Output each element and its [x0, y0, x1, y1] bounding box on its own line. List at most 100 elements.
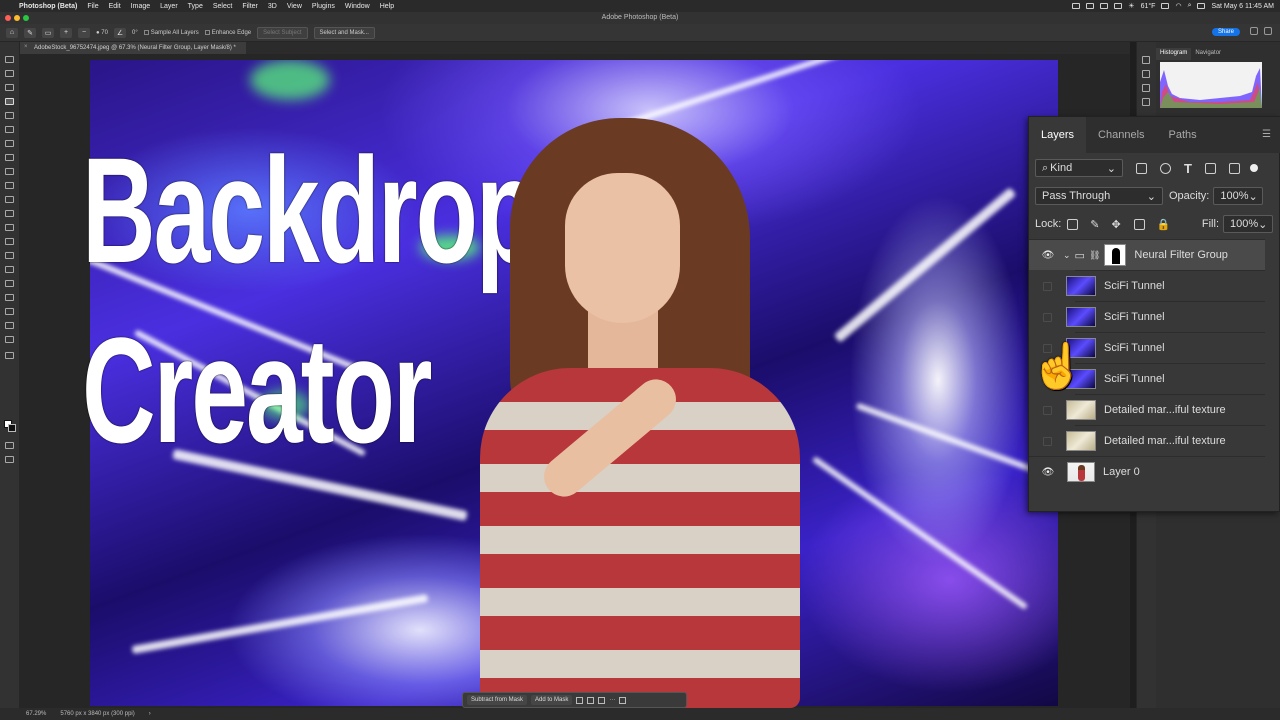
menu-image[interactable]: Image: [126, 3, 155, 10]
select-subject-button[interactable]: Select Subject: [257, 26, 308, 39]
dodge-tool-icon[interactable]: [5, 252, 14, 259]
chevron-right-icon[interactable]: ›: [149, 711, 151, 717]
layer-mask-thumbnail[interactable]: [1104, 244, 1127, 266]
visibility-icon[interactable]: [598, 696, 606, 704]
move-tool-icon[interactable]: [5, 56, 14, 63]
menu-plugins[interactable]: Plugins: [307, 3, 340, 10]
layer-row[interactable]: SciFi Tunnel: [1043, 332, 1265, 363]
camera-icon[interactable]: [1086, 3, 1095, 9]
add-to-mask-button[interactable]: Add to Mask: [531, 695, 573, 705]
chevron-down-icon[interactable]: ⌄: [1063, 250, 1071, 261]
visibility-eye-icon[interactable]: 👁: [1039, 250, 1057, 261]
angle-icon[interactable]: ∠: [113, 27, 126, 38]
battery-icon[interactable]: [1161, 3, 1170, 9]
menu-edit[interactable]: Edit: [104, 3, 126, 10]
filter-kind-select[interactable]: ⌕ Kind ⌄: [1035, 159, 1123, 177]
tab-channels[interactable]: Channels: [1086, 117, 1156, 153]
close-tab-icon[interactable]: ×: [24, 44, 28, 50]
menu-view[interactable]: View: [282, 3, 307, 10]
select-and-mask-button[interactable]: Select and Mask...: [313, 26, 375, 39]
hand-tool-icon[interactable]: [5, 322, 14, 329]
more-options-icon[interactable]: ···: [609, 697, 615, 703]
layer-row[interactable]: Detailed mar...iful texture: [1043, 394, 1265, 425]
link-icon[interactable]: ⛓: [1089, 250, 1100, 261]
shape-tool-icon[interactable]: [5, 308, 14, 315]
history-panel-icon[interactable]: [1142, 56, 1150, 64]
menu-layer[interactable]: Layer: [155, 3, 183, 10]
more-tools-icon[interactable]: [5, 352, 14, 359]
filter-shape-icon[interactable]: [1204, 162, 1216, 174]
menu-app-name[interactable]: Photoshop (Beta): [14, 3, 82, 10]
layer-row-base[interactable]: 👁 Layer 0: [1029, 456, 1265, 487]
layer-row-group[interactable]: 👁 ⌄ ▭ ⛓ Neural Filter Group: [1029, 239, 1265, 270]
menu-type[interactable]: Type: [183, 3, 208, 10]
filter-type-icon[interactable]: T: [1184, 161, 1192, 176]
home-icon[interactable]: ⌂: [6, 27, 18, 38]
healing-brush-tool-icon[interactable]: [5, 154, 14, 161]
menu-select[interactable]: Select: [208, 3, 237, 10]
control-center-icon[interactable]: [1197, 3, 1206, 9]
layer-row[interactable]: SciFi Tunnel: [1043, 301, 1265, 332]
tab-layers[interactable]: Layers: [1029, 117, 1087, 153]
menu-file[interactable]: File: [82, 3, 103, 10]
info-panel-icon[interactable]: [1142, 98, 1150, 106]
quick-select-tool-icon[interactable]: ✎: [24, 27, 36, 38]
lock-position-icon[interactable]: ✥: [1112, 218, 1121, 231]
visibility-toggle[interactable]: [1043, 405, 1052, 415]
lock-transparent-icon[interactable]: [1067, 218, 1079, 230]
type-tool-icon[interactable]: [5, 280, 14, 287]
clock[interactable]: Sat May 6 11:45 AM: [1211, 3, 1274, 10]
visibility-toggle[interactable]: [1043, 281, 1052, 291]
crop-tool-icon[interactable]: [5, 112, 14, 119]
quick-mask-icon[interactable]: [5, 442, 14, 449]
lock-all-icon[interactable]: 🔒: [1157, 218, 1171, 231]
eyedropper-tool-icon[interactable]: [5, 140, 14, 147]
brush-tool-icon[interactable]: [5, 168, 14, 175]
gradient-tool-icon[interactable]: [5, 224, 14, 231]
blur-tool-icon[interactable]: [5, 238, 14, 245]
enhance-edge-checkbox[interactable]: Enhance Edge: [204, 30, 251, 36]
lock-image-icon[interactable]: ✎: [1090, 218, 1099, 231]
new-selection-icon[interactable]: ▭: [42, 27, 54, 38]
brush-size-preview[interactable]: ● 70: [96, 30, 108, 36]
menu-help[interactable]: Help: [375, 3, 399, 10]
layer-row[interactable]: Detailed mar...iful texture: [1043, 425, 1265, 456]
lasso-tool-icon[interactable]: [5, 84, 14, 91]
angle-value[interactable]: 0°: [132, 30, 138, 36]
filter-pixel-icon[interactable]: [1136, 162, 1147, 174]
pen-tool-icon[interactable]: [5, 266, 14, 273]
layer-row[interactable]: SciFi Tunnel: [1043, 363, 1265, 394]
fill-field[interactable]: 100% ⌄: [1223, 215, 1273, 233]
document-dimensions[interactable]: 5760 px x 3840 px (300 ppi): [60, 711, 134, 717]
path-selection-tool-icon[interactable]: [5, 294, 14, 301]
marquee-tool-icon[interactable]: [5, 70, 14, 77]
menu-filter[interactable]: Filter: [237, 3, 263, 10]
panel-menu-icon[interactable]: ☰: [1262, 129, 1271, 140]
search-icon[interactable]: [1250, 27, 1258, 35]
visibility-toggle[interactable]: [1043, 436, 1052, 446]
subtract-from-mask-button[interactable]: Subtract from Mask: [467, 695, 528, 705]
workspace-icon[interactable]: [1264, 27, 1272, 35]
filter-smart-object-icon[interactable]: [1228, 162, 1240, 174]
visibility-eye-icon[interactable]: 👁: [1039, 467, 1057, 478]
share-button[interactable]: Share: [1211, 28, 1240, 36]
add-to-selection-icon[interactable]: +: [60, 27, 72, 38]
bluetooth-icon[interactable]: [1114, 3, 1123, 9]
visibility-toggle[interactable]: [1043, 312, 1052, 322]
tab-paths[interactable]: Paths: [1157, 117, 1209, 153]
filter-adjustment-icon[interactable]: [1160, 162, 1171, 174]
layer-row[interactable]: SciFi Tunnel: [1043, 270, 1265, 301]
mask-icon[interactable]: [576, 696, 584, 704]
weather-icon[interactable]: ☀: [1128, 2, 1134, 10]
settings-icon[interactable]: [619, 696, 627, 704]
wifi-icon[interactable]: ◠: [1175, 2, 1181, 10]
tab-histogram[interactable]: Histogram: [1156, 48, 1192, 60]
document-tab[interactable]: × AdobeStock_96752474.jpeg @ 67.3% (Neur…: [20, 42, 246, 54]
background-color-swatch[interactable]: [8, 424, 16, 432]
tab-navigator[interactable]: Navigator: [1191, 48, 1225, 60]
screen-mode-icon[interactable]: [5, 456, 14, 463]
spotlight-search-icon[interactable]: ⌕: [1188, 2, 1192, 10]
filter-toggle-icon[interactable]: [1249, 164, 1258, 172]
frame-tool-icon[interactable]: [5, 126, 14, 133]
history-brush-tool-icon[interactable]: [5, 196, 14, 203]
